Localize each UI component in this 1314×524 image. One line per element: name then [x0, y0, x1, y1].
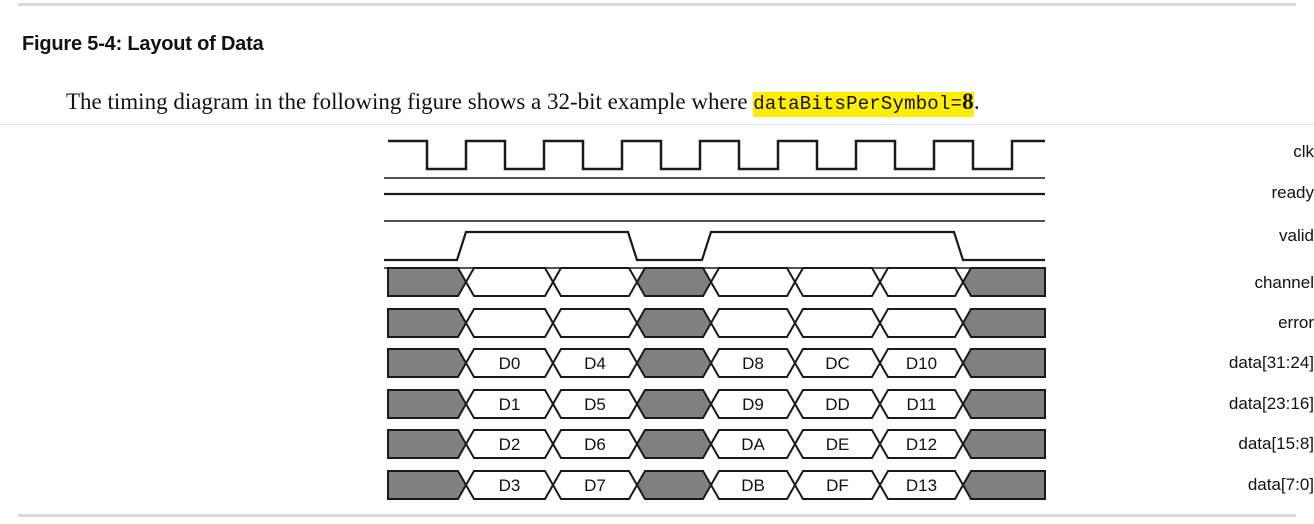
bus-cell-data_7_0-3: [635, 470, 713, 500]
description-text-after: .: [973, 89, 980, 114]
timing-diagram: clk ready valid channel error data[31:24…: [0, 128, 1314, 500]
bus-row-error: [387, 308, 1046, 338]
bus-value-data_15_8-2: D6: [584, 435, 606, 454]
bus-row-data_31_24: D0 D4 D8 DC D10: [387, 348, 1046, 378]
bus-value-data_31_24-5: DC: [825, 354, 850, 373]
bus-cell-data_15_8-7: [961, 429, 1046, 459]
code-parameter-name: dataBitsPerSymbol=: [753, 93, 963, 115]
bus-cell-channel-5: [793, 267, 882, 297]
bus-cell-error-0: [387, 308, 468, 338]
bus-cell-data_23_16-0: [387, 389, 468, 419]
bus-cell-data_7_0-0: [387, 470, 468, 500]
bus-value-data_31_24-1: D0: [499, 354, 521, 373]
bus-row-data_7_0: D3 D7 DB DF D13: [387, 470, 1046, 500]
bus-value-data_15_8-6: D12: [906, 435, 937, 454]
bus-value-data_7_0-4: DB: [741, 476, 765, 495]
bus-cell-channel-6: [878, 267, 965, 297]
bus-cell-data_15_8-0: [387, 429, 468, 459]
bus-value-data_31_24-4: D8: [742, 354, 764, 373]
bus-value-data_15_8-4: DA: [741, 435, 765, 454]
bus-cell-error-6: [878, 308, 965, 338]
bus-cell-error-1: [464, 308, 555, 338]
bus-value-data_23_16-5: DD: [825, 395, 850, 414]
bus-cell-channel-1: [464, 267, 555, 297]
description-text-before: The timing diagram in the following figu…: [66, 89, 754, 114]
bus-row-channel: [387, 267, 1046, 297]
bus-cell-data_23_16-3: [635, 389, 713, 419]
bus-cell-data_7_0-7: [961, 470, 1046, 500]
waveform-clk: [388, 139, 1045, 171]
bus-row-data_23_16: D1 D5 D9 DD D11: [387, 389, 1046, 419]
bus-cell-error-4: [709, 308, 797, 338]
bus-cell-data_31_24-3: [635, 348, 713, 378]
bus-value-data_7_0-2: D7: [584, 476, 606, 495]
bus-cell-data_31_24-7: [961, 348, 1046, 378]
figure-description: The timing diagram in the following figu…: [66, 88, 980, 117]
bus-cell-error-5: [793, 308, 882, 338]
bus-value-data_31_24-6: D10: [906, 354, 937, 373]
figure-page: Figure 5-4: Layout of Data The timing di…: [0, 0, 1314, 524]
bus-value-data_7_0-5: DF: [826, 476, 849, 495]
waveform-valid: [384, 230, 1045, 262]
bus-cell-channel-4: [709, 267, 797, 297]
bus-value-data_7_0-6: D13: [906, 476, 937, 495]
bus-cell-channel-7: [961, 267, 1046, 297]
code-parameter-value: 8: [962, 89, 974, 114]
top-divider: [18, 3, 1296, 6]
bus-cell-channel-3: [635, 267, 713, 297]
waveform-canvas: D0 D4 D8 DC D10D1 D5 D9 DD D11D2 D6 DA DE D12D3 D7 DB D…: [384, 139, 1046, 500]
bus-value-data_23_16-6: D11: [907, 395, 937, 414]
bus-cell-error-3: [635, 308, 713, 338]
bus-cell-error-7: [961, 308, 1046, 338]
bus-value-data_23_16-1: D1: [499, 395, 521, 414]
bus-cell-data_15_8-3: [635, 429, 713, 459]
bus-cell-channel-0: [387, 267, 468, 297]
bus-value-data_15_8-5: DE: [826, 435, 850, 454]
bus-row-data_15_8: D2 D6 DA DE D12: [387, 429, 1046, 459]
bus-value-data_7_0-1: D3: [499, 476, 521, 495]
section-divider: [0, 124, 1314, 125]
bus-value-data_31_24-2: D4: [584, 354, 606, 373]
figure-title: Figure 5-4: Layout of Data: [22, 33, 264, 55]
bus-value-data_15_8-1: D2: [499, 435, 521, 454]
bus-value-data_23_16-2: D5: [584, 395, 606, 414]
bus-cell-error-2: [551, 308, 639, 338]
bus-cell-data_31_24-0: [387, 348, 468, 378]
code-highlight: dataBitsPerSymbol=8: [753, 89, 974, 117]
bus-value-data_23_16-4: D9: [742, 395, 764, 414]
bus-cell-channel-2: [551, 267, 639, 297]
bottom-divider: [18, 514, 1296, 517]
bus-cell-data_23_16-7: [961, 389, 1046, 419]
